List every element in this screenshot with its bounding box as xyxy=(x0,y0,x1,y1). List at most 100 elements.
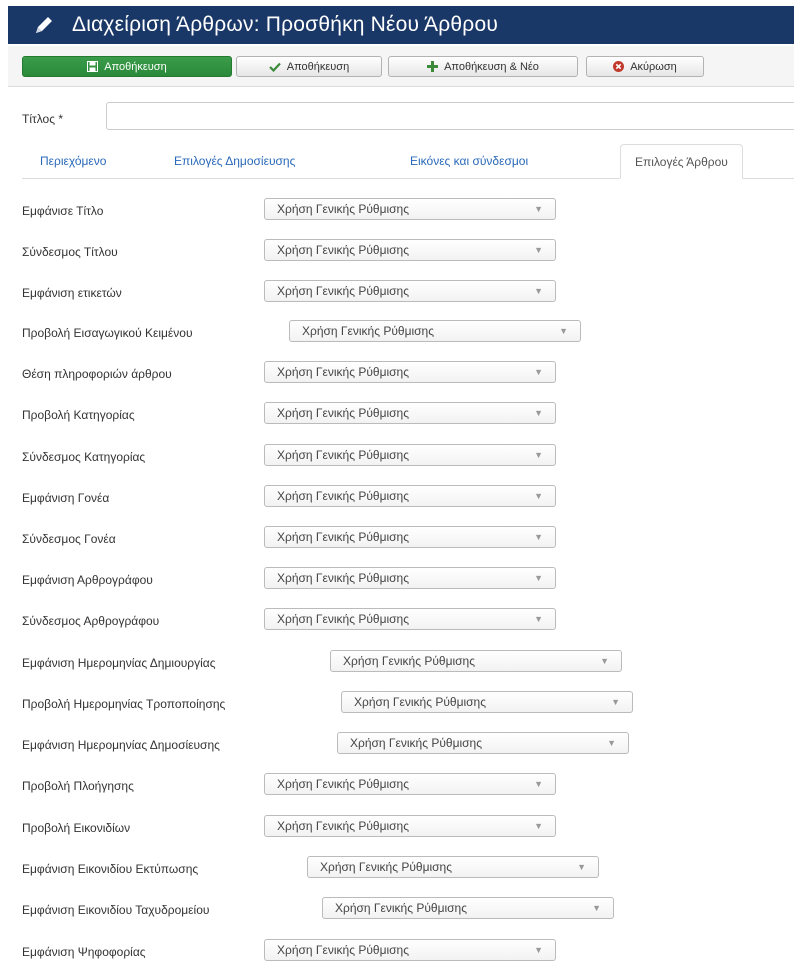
option-row: Προβολή Πλοήγησης xyxy=(22,774,134,798)
option-row: Εμφάνιση Ημερομηνίας Δημιουργίας xyxy=(22,651,216,675)
option-row: Εμφάνιση Γονέα xyxy=(22,486,109,510)
title-label: Τίτλος * xyxy=(22,112,64,126)
cancel-button-label: Ακύρωση xyxy=(630,60,677,73)
save-button[interactable]: Αποθήκευση xyxy=(22,56,232,77)
option-select[interactable]: Χρήση Γενικής Ρύθμισης ▼ xyxy=(264,773,556,795)
save-button-label: Αποθήκευση xyxy=(104,60,167,73)
save-new-button[interactable]: Αποθήκευση & Νέο xyxy=(388,56,578,77)
save-icon xyxy=(87,61,99,72)
option-row: Εμφάνιση Αρθρογράφου xyxy=(22,568,153,592)
option-row: Εμφάνιση Ψηφοφορίας xyxy=(22,940,146,964)
option-row: Σύνδεσμος Κατηγορίας xyxy=(22,445,145,469)
option-select[interactable]: Χρήση Γενικής Ρύθμισης ▼ xyxy=(341,691,633,713)
chevron-down-icon: ▼ xyxy=(534,408,543,418)
save-new-button-label: Αποθήκευση & Νέο xyxy=(444,60,539,73)
chevron-down-icon: ▼ xyxy=(534,450,543,460)
plus-icon xyxy=(427,61,439,72)
select-value: Χρήση Γενικής Ρύθμισης xyxy=(277,243,410,257)
tab-publishing[interactable]: Επιλογές Δημοσίευσης xyxy=(174,144,295,178)
chevron-down-icon: ▼ xyxy=(534,821,543,831)
option-row: Σύνδεσμος Αρθρογράφου xyxy=(22,609,159,633)
option-label: Σύνδεσμος Αρθρογράφου xyxy=(22,614,160,628)
option-label: Εμφάνιση ετικετών xyxy=(22,286,122,300)
option-select[interactable]: Χρήση Γενικής Ρύθμισης ▼ xyxy=(264,198,556,220)
select-value: Χρήση Γενικής Ρύθμισης xyxy=(277,530,410,544)
option-select[interactable]: Χρήση Γενικής Ρύθμισης ▼ xyxy=(264,402,556,424)
option-label: Εμφάνιση Εικονιδίου Ταχυδρομείου xyxy=(22,903,210,917)
chevron-down-icon: ▼ xyxy=(559,326,568,336)
chevron-down-icon: ▼ xyxy=(534,204,543,214)
option-label: Εμφάνιση Ημερομηνίας Δημοσίευσης xyxy=(22,738,220,752)
option-row: Προβολή Κατηγορίας xyxy=(22,403,135,427)
chevron-down-icon: ▼ xyxy=(534,367,543,377)
option-label: Προβολή Κατηγορίας xyxy=(22,408,135,422)
option-select[interactable]: Χρήση Γενικής Ρύθμισης ▼ xyxy=(264,280,556,302)
cancel-icon xyxy=(613,61,625,72)
chevron-down-icon: ▼ xyxy=(534,779,543,789)
checkmark-icon xyxy=(268,62,281,72)
option-label: Σύνδεσμος Τίτλου xyxy=(22,245,118,259)
select-value: Χρήση Γενικής Ρύθμισης xyxy=(354,695,487,709)
option-row: Θέση πληροφοριών άρθρου xyxy=(22,362,172,386)
option-row: Προβολή Εισαγωγικού Κειμένου xyxy=(22,321,193,345)
title-input[interactable] xyxy=(106,102,794,130)
tab-article-options[interactable]: Επιλογές Άρθρου xyxy=(620,144,743,179)
chevron-down-icon: ▼ xyxy=(534,573,543,583)
select-value: Χρήση Γενικής Ρύθμισης xyxy=(335,901,468,915)
option-select[interactable]: Χρήση Γενικής Ρύθμισης ▼ xyxy=(289,320,581,342)
chevron-down-icon: ▼ xyxy=(592,903,601,913)
option-label: Εμφάνιση Αρθρογράφου xyxy=(22,573,153,587)
page-title: Διαχείριση Άρθρων: Προσθήκη Νέου Άρθρου xyxy=(72,13,499,36)
select-value: Χρήση Γενικής Ρύθμισης xyxy=(350,736,483,750)
cancel-button[interactable]: Ακύρωση xyxy=(586,56,704,77)
option-select[interactable]: Χρήση Γενικής Ρύθμισης ▼ xyxy=(264,485,556,507)
select-value: Χρήση Γενικής Ρύθμισης xyxy=(277,819,410,833)
select-value: Χρήση Γενικής Ρύθμισης xyxy=(277,406,410,420)
option-select[interactable]: Χρήση Γενικής Ρύθμισης ▼ xyxy=(264,361,556,383)
option-select[interactable]: Χρήση Γενικής Ρύθμισης ▼ xyxy=(330,650,622,672)
title-row: Τίτλος * xyxy=(22,104,104,134)
select-value: Χρήση Γενικής Ρύθμισης xyxy=(277,943,410,957)
option-select[interactable]: Χρήση Γενικής Ρύθμισης ▼ xyxy=(264,939,556,961)
chevron-down-icon: ▼ xyxy=(607,738,616,748)
option-select[interactable]: Χρήση Γενικής Ρύθμισης ▼ xyxy=(264,526,556,548)
option-row: Προβολή Ημερομηνίας Τροποποίησης xyxy=(22,692,225,716)
option-row: Εμφάνιση Εικονιδίου Ταχυδρομείου xyxy=(22,898,209,922)
option-select[interactable]: Χρήση Γενικής Ρύθμισης ▼ xyxy=(264,815,556,837)
tab-images-links[interactable]: Εικόνες και σύνδεσμοι xyxy=(410,144,528,178)
tab-content[interactable]: Περιεχόμενο xyxy=(40,144,106,178)
option-select[interactable]: Χρήση Γενικής Ρύθμισης ▼ xyxy=(264,239,556,261)
option-label: Εμφάνιση Εικονιδίου Εκτύπωσης xyxy=(22,862,199,876)
option-label: Προβολή Πλοήγησης xyxy=(22,779,134,793)
option-row: Εμφάνισε Τίτλο xyxy=(22,199,103,223)
option-label: Προβολή Εισαγωγικού Κειμένου xyxy=(22,326,193,340)
option-label: Εμφάνιση Ψηφοφορίας xyxy=(22,945,146,959)
option-select[interactable]: Χρήση Γενικής Ρύθμισης ▼ xyxy=(322,897,614,919)
chevron-down-icon: ▼ xyxy=(611,697,620,707)
chevron-down-icon: ▼ xyxy=(534,286,543,296)
option-select[interactable]: Χρήση Γενικής Ρύθμισης ▼ xyxy=(337,732,629,754)
option-select[interactable]: Χρήση Γενικής Ρύθμισης ▼ xyxy=(307,856,599,878)
save-close-button[interactable]: Αποθήκευση xyxy=(236,56,382,77)
select-value: Χρήση Γενικής Ρύθμισης xyxy=(277,448,410,462)
chevron-down-icon: ▼ xyxy=(534,245,543,255)
option-select[interactable]: Χρήση Γενικής Ρύθμισης ▼ xyxy=(264,608,556,630)
option-label: Προβολή Ημερομηνίας Τροποποίησης xyxy=(22,697,226,711)
select-value: Χρήση Γενικής Ρύθμισης xyxy=(277,612,410,626)
option-label: Εμφάνιση Γονέα xyxy=(22,491,110,505)
option-row: Εμφάνιση Ημερομηνίας Δημοσίευσης xyxy=(22,733,220,757)
select-value: Χρήση Γενικής Ρύθμισης xyxy=(320,860,453,874)
save-close-button-label: Αποθήκευση xyxy=(286,60,350,73)
option-label: Προβολή Εικονιδίων xyxy=(22,821,131,835)
chevron-down-icon: ▼ xyxy=(534,491,543,501)
chevron-down-icon: ▼ xyxy=(534,614,543,624)
option-select[interactable]: Χρήση Γενικής Ρύθμισης ▼ xyxy=(264,444,556,466)
select-value: Χρήση Γενικής Ρύθμισης xyxy=(277,777,410,791)
select-value: Χρήση Γενικής Ρύθμισης xyxy=(277,202,410,216)
select-value: Χρήση Γενικής Ρύθμισης xyxy=(343,654,476,668)
option-label: Σύνδεσμος Κατηγορίας xyxy=(22,450,146,464)
select-value: Χρήση Γενικής Ρύθμισης xyxy=(277,489,410,503)
option-label: Εμφάνισε Τίτλο xyxy=(22,204,104,218)
option-select[interactable]: Χρήση Γενικής Ρύθμισης ▼ xyxy=(264,567,556,589)
tab-bar: Περιεχόμενο Επιλογές Δημοσίευσης Εικόνες… xyxy=(22,144,794,179)
